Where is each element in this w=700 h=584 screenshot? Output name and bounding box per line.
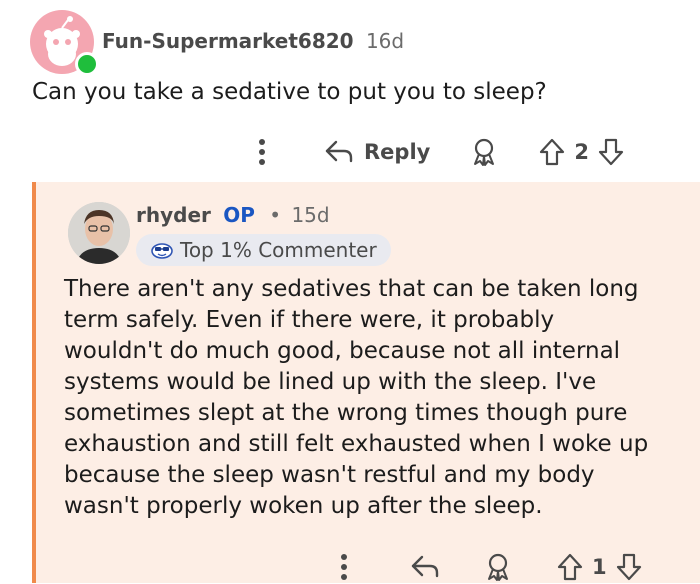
- upvote-icon[interactable]: [538, 137, 566, 167]
- comment-actions: 1: [332, 550, 643, 584]
- top-commenter-icon: [150, 240, 174, 260]
- reply-arrow-icon: [324, 139, 354, 165]
- more-options-icon[interactable]: [250, 132, 274, 172]
- reply-comment: rhyder OP • 15d Top 1% Commenter There a…: [32, 182, 700, 583]
- award-icon[interactable]: [484, 552, 512, 582]
- online-status-indicator: [75, 52, 99, 76]
- more-options-icon[interactable]: [332, 550, 356, 584]
- comment-body: There aren't any sedatives that can be t…: [64, 276, 649, 519]
- badge-label: Top 1% Commenter: [180, 238, 377, 262]
- downvote-icon[interactable]: [615, 552, 643, 582]
- op-badge: OP: [223, 203, 255, 227]
- username[interactable]: rhyder: [136, 203, 211, 227]
- reply-arrow-icon[interactable]: [410, 554, 440, 580]
- vote-count: 1: [592, 555, 607, 579]
- reply-button[interactable]: Reply: [324, 139, 430, 165]
- upvote-icon[interactable]: [556, 552, 584, 582]
- username[interactable]: Fun-Supermarket6820: [102, 29, 354, 53]
- commenter-badge[interactable]: Top 1% Commenter: [136, 234, 391, 266]
- downvote-icon[interactable]: [597, 137, 625, 167]
- comment-meta: rhyder OP • 15d: [136, 202, 330, 228]
- comment-actions: Reply 2: [250, 132, 625, 172]
- timestamp: 16d: [365, 29, 405, 53]
- award-icon[interactable]: [470, 137, 498, 167]
- vote-count: 2: [574, 140, 589, 164]
- comment-body: Can you take a sedative to put you to sl…: [32, 79, 547, 105]
- timestamp: 15d: [291, 203, 330, 227]
- avatar[interactable]: [68, 202, 130, 264]
- reply-label: Reply: [364, 140, 431, 164]
- user-photo-avatar: [68, 202, 130, 264]
- parent-comment: Fun-Supermarket6820 16d Can you take a s…: [0, 0, 700, 182]
- separator: •: [269, 203, 282, 227]
- comment-meta: Fun-Supermarket6820 16d: [102, 28, 404, 54]
